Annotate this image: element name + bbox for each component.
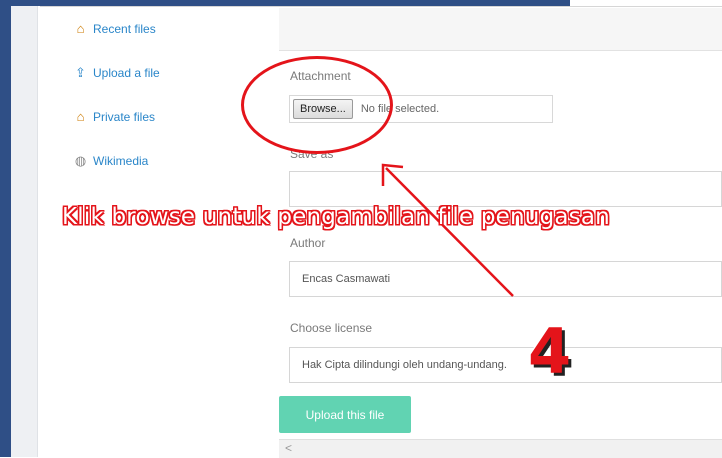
license-label: Choose license [290,321,373,335]
step-number: 4 [528,315,572,388]
horizontal-scrollbar[interactable]: < [279,439,722,458]
house-icon: ⌂ [76,21,85,36]
license-select[interactable]: Hak Cipta dilindungi oleh undang-undang. [289,347,722,383]
house-icon: ⌂ [76,109,85,124]
sidebar-item-wikimedia[interactable]: ◍ Wikimedia [72,150,272,172]
author-input[interactable]: Encas Casmawati [289,261,722,297]
globe-icon: ◍ [74,153,87,168]
left-edge-frame [0,0,11,457]
top-divider [40,6,722,7]
save-as-input[interactable] [289,171,722,207]
sidebar-item-recent-files[interactable]: ⌂ Recent files [72,18,272,40]
panel-header [279,8,722,51]
left-margin [11,0,38,457]
sidebar-item-label: Wikimedia [93,154,149,168]
upload-icon: ⇪ [75,65,86,80]
sidebar-item-upload-a-file[interactable]: ⇪ Upload a file [72,62,272,84]
scroll-left-icon[interactable]: < [285,441,292,455]
author-label: Author [290,236,326,250]
instruction-caption: Klik browse untuk pengambilan file penug… [62,204,610,230]
sidebar-item-label: Recent files [93,22,156,36]
highlight-circle [241,56,393,154]
upload-file-button[interactable]: Upload this file [279,396,411,433]
sidebar-item-label: Private files [93,110,156,124]
sidebar-item-label: Upload a file [93,66,160,80]
